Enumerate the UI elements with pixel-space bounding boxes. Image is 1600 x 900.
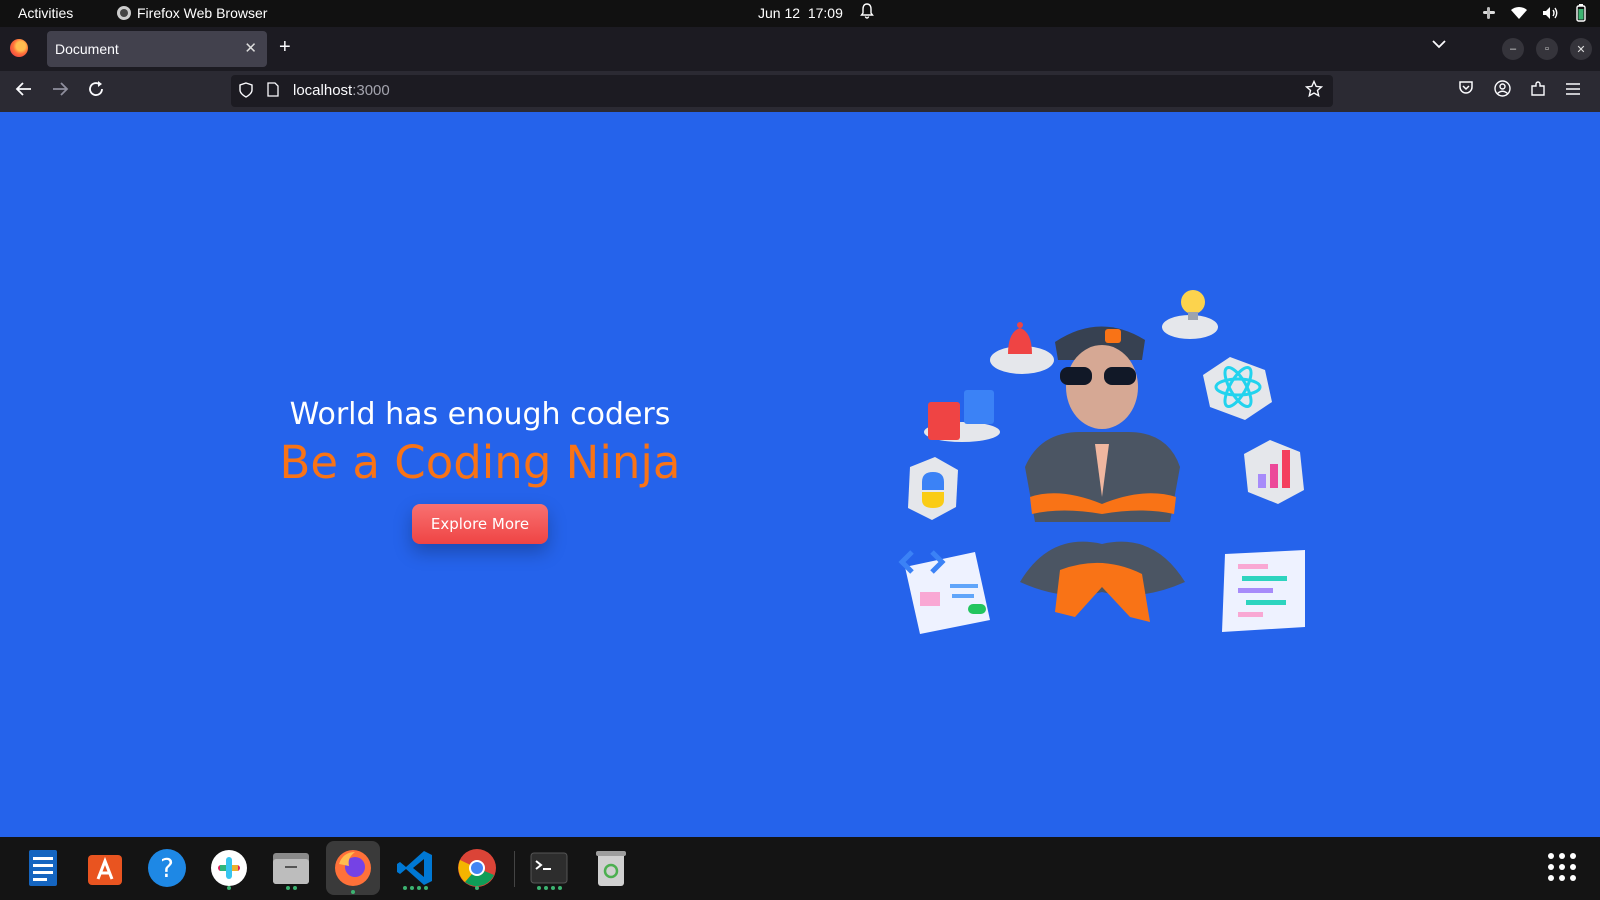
firefox-icon[interactable] [326,841,380,895]
app-name-label: Firefox Web Browser [137,5,268,21]
new-tab-button[interactable]: + [279,36,291,59]
slack-tray-icon[interactable] [1482,6,1496,23]
lightbulb-icon [1162,290,1218,339]
code-document-icon [898,550,990,634]
show-applications-grid-icon[interactable] [1548,853,1576,881]
wifi-icon[interactable] [1510,6,1528,23]
python-icon [908,457,958,520]
bell-icon [990,322,1054,374]
ninja-coder-illustration [898,290,1305,634]
trash-icon[interactable] [588,845,634,891]
hero-text-block: World has enough coders Be a Coding Ninj… [270,397,690,544]
firefox-small-icon [117,6,131,20]
hero-headline: Be a Coding Ninja [279,436,681,489]
app-center-icon[interactable] [82,845,128,891]
clock[interactable]: Jun 12 17:09 [758,5,843,21]
battery-icon[interactable] [1574,4,1588,25]
account-icon[interactable] [1494,80,1511,102]
url-text[interactable]: localhost:3000 [293,82,390,99]
explore-more-button[interactable]: Explore More [411,504,549,544]
volume-icon[interactable] [1542,6,1560,23]
app-menu[interactable]: Firefox Web Browser [117,5,267,21]
system-top-bar: Activities Firefox Web Browser Jun 12 17… [0,0,1600,27]
menu-hamburger-icon[interactable] [1565,80,1581,101]
help-icon[interactable]: ? [144,845,190,891]
browser-nav-bar: localhost:3000 [0,71,1600,112]
list-all-tabs-chevron-down-icon[interactable] [1432,36,1446,54]
browser-tab-strip: Document ✕ + – ▫ ✕ [0,27,1600,71]
reload-icon[interactable] [87,80,105,103]
svg-text:?: ? [160,854,174,884]
pocket-icon[interactable] [1458,80,1474,101]
date-label: Jun 12 [758,5,801,21]
activities-button[interactable]: Activities [18,5,73,21]
close-window-icon[interactable]: ✕ [1570,38,1592,60]
code-editor-panel-icon [1222,550,1305,632]
text-editor-icon[interactable] [20,845,66,891]
firefox-view-icon[interactable] [10,39,28,57]
vscode-icon[interactable] [392,845,438,891]
files-icon[interactable] [268,845,314,891]
time-label: 17:09 [807,5,843,21]
react-atom-icon [1203,357,1272,420]
ninja-character [1020,326,1185,622]
maximize-icon[interactable]: ▫ [1536,38,1558,60]
notification-bell-icon[interactable] [860,3,874,23]
dock-separator [514,851,515,887]
forward-arrow-icon[interactable] [51,80,69,103]
back-arrow-icon[interactable] [15,80,33,103]
ubuntu-dock: ? [0,837,1600,900]
hero-subtitle: World has enough coders [289,397,671,432]
tab-title: Document [55,41,119,57]
bookmark-star-icon[interactable] [1304,79,1324,103]
bar-chart-icon [1244,440,1304,504]
page-info-icon[interactable] [267,82,279,100]
chrome-icon[interactable] [454,845,500,891]
html-css-icon [924,390,1000,442]
url-host: localhost [293,82,353,99]
tab-document[interactable]: Document ✕ [47,31,267,67]
minimize-icon[interactable]: – [1502,38,1524,60]
tab-close-icon[interactable]: ✕ [244,39,257,57]
url-port: :3000 [352,82,390,99]
terminal-icon[interactable] [526,845,572,891]
slack-icon[interactable] [206,845,252,891]
page-viewport: World has enough coders Be a Coding Ninj… [0,112,1600,837]
tracking-protection-shield-icon[interactable] [239,82,253,101]
system-tray[interactable] [1482,4,1588,25]
address-bar[interactable]: localhost:3000 [231,75,1333,107]
extensions-puzzle-icon[interactable] [1530,80,1547,102]
